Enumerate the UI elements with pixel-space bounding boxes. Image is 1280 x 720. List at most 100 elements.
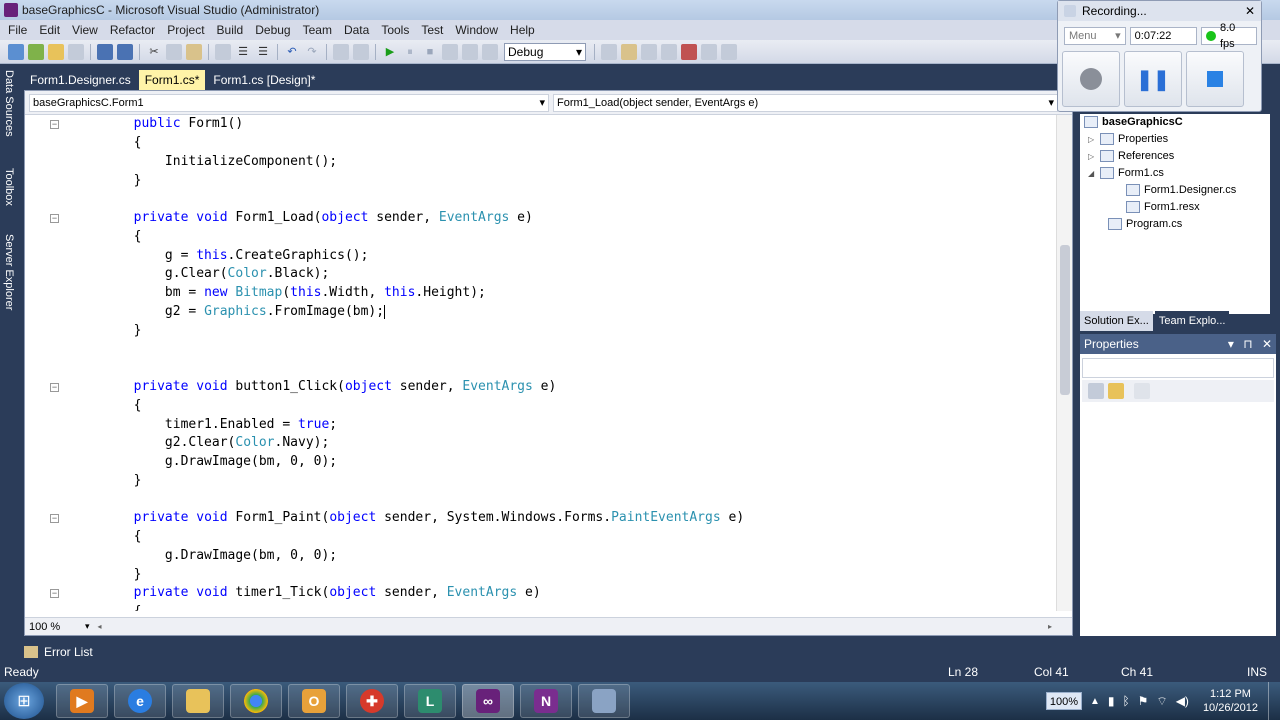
flag-icon[interactable]: ⚑ [1138, 694, 1149, 708]
tab-form1-cs[interactable]: Form1.cs* [138, 70, 206, 90]
code-area[interactable]: public Form1() { InitializeComponent(); … [71, 115, 1056, 611]
categorized-icon[interactable] [1088, 383, 1104, 399]
tree-item-properties[interactable]: ▷ Properties [1088, 131, 1168, 147]
step-out-icon[interactable] [482, 43, 498, 60]
volume-icon[interactable]: ◀) [1176, 694, 1189, 708]
taskbar-outlook[interactable]: O [288, 684, 340, 718]
menu-tools[interactable]: Tools [375, 23, 415, 37]
menu-edit[interactable]: Edit [33, 23, 66, 37]
pin-icon[interactable]: ⊓ [1243, 337, 1252, 351]
menu-data[interactable]: Data [338, 23, 375, 37]
taskbar-media-player[interactable]: ▶ [56, 684, 108, 718]
taskbar-chrome[interactable] [230, 684, 282, 718]
solution-configuration-dropdown[interactable]: Debug ▾ [504, 42, 586, 61]
menu-project[interactable]: Project [161, 23, 210, 37]
stop-button[interactable] [1186, 51, 1244, 107]
save-all-icon[interactable] [117, 43, 133, 60]
property-pages-icon[interactable] [1134, 383, 1150, 399]
navigate-forward-icon[interactable] [353, 43, 369, 60]
scroll-right-icon[interactable]: ▸ [1048, 622, 1052, 631]
start-button[interactable]: ⊞ [4, 683, 44, 719]
open-web-icon[interactable] [68, 43, 84, 60]
open-file-icon[interactable] [48, 43, 64, 60]
find-in-files-icon[interactable] [601, 43, 617, 60]
dropdown-arrow-icon[interactable]: ▾ [1228, 337, 1234, 351]
menu-view[interactable]: View [66, 23, 104, 37]
tree-item-form1-designer-cs[interactable]: Form1.Designer.cs [1126, 182, 1236, 198]
recorder-menu-button[interactable]: Menu ▾ [1064, 27, 1126, 45]
expand-icon[interactable]: ▷ [1088, 152, 1096, 161]
stop-icon[interactable]: ■ [422, 44, 438, 60]
menu-build[interactable]: Build [211, 23, 250, 37]
collapse-icon[interactable]: − [50, 383, 59, 392]
object-browser-icon[interactable] [661, 43, 677, 60]
zoom-dropdown[interactable]: 100 % [25, 619, 85, 635]
undo-icon[interactable]: ↶ [284, 44, 300, 60]
taskbar-app[interactable]: ✚ [346, 684, 398, 718]
alphabetical-icon[interactable] [1108, 383, 1124, 399]
solution-explorer-icon[interactable] [621, 43, 637, 60]
step-into-icon[interactable] [442, 43, 458, 60]
start-page-icon[interactable] [701, 43, 717, 60]
collapse-icon[interactable]: − [50, 514, 59, 523]
tab-form1-designer-cs[interactable]: Form1.Designer.cs [24, 70, 137, 90]
menu-debug[interactable]: Debug [249, 23, 296, 37]
tab-team-explorer[interactable]: Team Explo... [1154, 311, 1230, 331]
menu-team[interactable]: Team [297, 23, 338, 37]
network-icon[interactable]: ▮ [1108, 694, 1115, 708]
collapse-icon[interactable]: − [50, 589, 59, 598]
tree-item-form1-cs[interactable]: ◢ Form1.cs [1088, 165, 1164, 181]
taskbar-internet-explorer[interactable]: e [114, 684, 166, 718]
step-over-icon[interactable] [462, 43, 478, 60]
tab-solution-explorer[interactable]: Solution Ex... [1080, 311, 1153, 331]
member-dropdown[interactable]: Form1_Load(object sender, EventArgs e) ▾ [553, 93, 1058, 112]
cut-icon[interactable]: ✂ [146, 44, 162, 60]
dock-tab-data-sources[interactable]: Data Sources [1, 70, 17, 162]
chevron-down-icon[interactable]: ▾ [85, 621, 90, 632]
pause-icon[interactable]: ⏸ [402, 44, 418, 60]
clock[interactable]: 1:12 PM 10/26/2012 [1203, 687, 1258, 715]
properties-window-icon[interactable] [641, 43, 657, 60]
add-item-icon[interactable] [28, 43, 44, 60]
extension-manager-icon[interactable] [721, 43, 737, 60]
vertical-scrollbar[interactable] [1056, 115, 1072, 611]
close-icon[interactable]: ✕ [1262, 337, 1272, 351]
copy-icon[interactable] [166, 43, 182, 60]
menu-refactor[interactable]: Refactor [104, 23, 161, 37]
tab-form1-design[interactable]: Form1.cs [Design]* [207, 70, 321, 90]
uncomment-icon[interactable]: ☰ [255, 44, 271, 60]
class-dropdown[interactable]: baseGraphicsC.Form1 ▾ [29, 93, 549, 112]
record-button[interactable] [1062, 51, 1120, 107]
dock-tab-toolbox[interactable]: Toolbox [1, 168, 17, 228]
paste-icon[interactable] [186, 43, 202, 60]
taskbar-recorder[interactable] [578, 684, 630, 718]
expand-icon[interactable]: ▷ [1088, 135, 1096, 144]
menu-help[interactable]: Help [504, 23, 541, 37]
scroll-left-icon[interactable]: ◂ [98, 622, 102, 631]
show-desktop-button[interactable] [1268, 682, 1280, 720]
wireless-icon[interactable]: ⌔ [1156, 694, 1167, 709]
close-icon[interactable]: ✕ [1245, 4, 1261, 18]
tree-item-program-cs[interactable]: Program.cs [1108, 216, 1182, 232]
pause-button[interactable]: ❚❚ [1124, 51, 1182, 107]
toolbox-icon[interactable] [681, 43, 697, 60]
menu-file[interactable]: File [2, 23, 33, 37]
tree-item-project[interactable]: baseGraphicsC [1084, 114, 1183, 130]
collapse-icon[interactable]: ◢ [1088, 169, 1096, 178]
find-icon[interactable] [215, 43, 231, 60]
menu-window[interactable]: Window [449, 23, 504, 37]
comment-icon[interactable]: ☰ [235, 44, 251, 60]
taskbar-lync[interactable]: L [404, 684, 456, 718]
taskbar-visual-studio[interactable]: ∞ [462, 684, 514, 718]
error-list-tab[interactable]: Error List [24, 643, 99, 661]
show-hidden-icons-icon[interactable]: ▲ [1090, 696, 1100, 707]
collapse-icon[interactable]: − [50, 120, 59, 129]
object-selector[interactable] [1082, 358, 1274, 378]
menu-test[interactable]: Test [415, 23, 449, 37]
scrollbar-thumb[interactable] [1060, 245, 1070, 395]
dock-tab-server-explorer[interactable]: Server Explorer [1, 234, 17, 324]
collapse-icon[interactable]: − [50, 214, 59, 223]
new-project-icon[interactable] [8, 43, 24, 60]
redo-icon[interactable]: ↷ [304, 44, 320, 60]
tree-item-form1-resx[interactable]: Form1.resx [1126, 199, 1200, 215]
